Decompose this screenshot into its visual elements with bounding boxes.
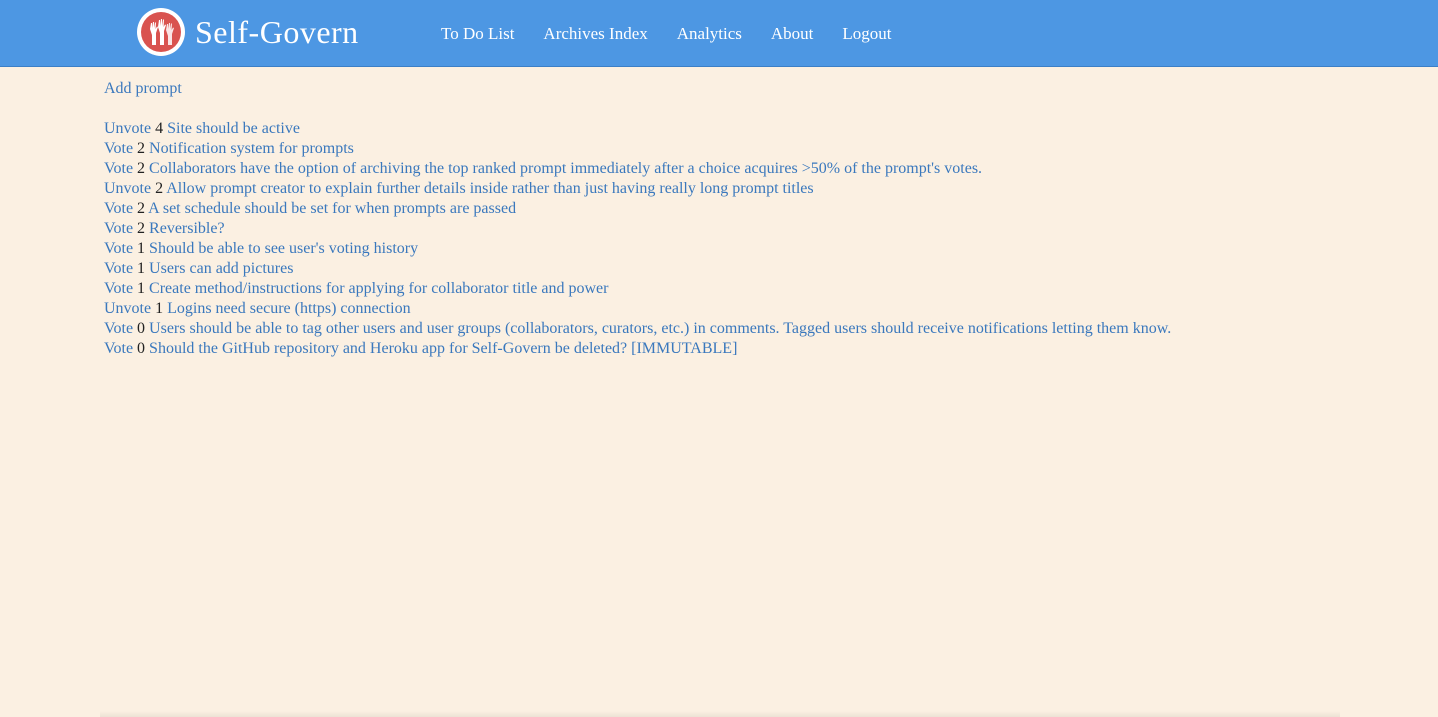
prompt-title-link[interactable]: Should the GitHub repository and Heroku … [149, 340, 737, 357]
vote-toggle-link[interactable]: Vote [104, 280, 133, 297]
vote-toggle-link[interactable]: Unvote [104, 180, 151, 197]
vote-count: 1 [155, 300, 164, 317]
vote-count: 2 [137, 160, 146, 177]
prompt-row: Vote 0 Should the GitHub repository and … [104, 339, 1171, 359]
prompt-list-container: Add prompt Unvote 4 Site should be activ… [104, 78, 1171, 359]
prompt-title-link[interactable]: Should be able to see user's voting hist… [149, 240, 418, 257]
prompt-row: Vote 2 Reversible? [104, 219, 1171, 239]
vote-count: 4 [155, 120, 164, 137]
vote-count: 1 [137, 260, 146, 277]
nav-analytics[interactable]: Analytics [677, 24, 742, 44]
vote-toggle-link[interactable]: Vote [104, 200, 133, 217]
page-bottom-shadow [100, 711, 1340, 717]
prompt-title-link[interactable]: Logins need secure (https) connection [167, 300, 410, 317]
vote-count: 2 [137, 140, 146, 157]
prompt-row: Unvote 4 Site should be active [104, 119, 1171, 139]
vote-toggle-link[interactable]: Vote [104, 220, 133, 237]
prompt-row: Vote 2 Collaborators have the option of … [104, 159, 1171, 179]
prompt-title-link[interactable]: Reversible? [149, 220, 225, 237]
brand-title: Self-Govern [195, 14, 359, 50]
vote-count: 2 [155, 180, 164, 197]
prompt-title-link[interactable]: Notification system for prompts [149, 140, 354, 157]
prompt-row: Vote 2 A set schedule should be set for … [104, 199, 1171, 219]
prompt-row: Vote 1 Users can add pictures [104, 259, 1171, 279]
vote-count: 1 [137, 280, 146, 297]
prompt-title-link[interactable]: Site should be active [167, 120, 300, 137]
prompt-title-link[interactable]: Allow prompt creator to explain further … [166, 180, 813, 197]
prompt-row: Vote 0 Users should be able to tag other… [104, 319, 1171, 339]
vote-count: 0 [137, 320, 146, 337]
prompt-row: Vote 2 Notification system for prompts [104, 139, 1171, 159]
vote-count: 0 [137, 340, 146, 357]
prompt-title-link[interactable]: Collaborators have the option of archivi… [149, 160, 982, 177]
prompt-title-link[interactable]: Users should be able to tag other users … [149, 320, 1171, 337]
prompt-title-link[interactable]: Create method/instructions for applying … [149, 280, 608, 297]
nav-todo-list[interactable]: To Do List [441, 24, 514, 44]
brand-home-link[interactable]: Self-Govern [137, 8, 359, 56]
vote-toggle-link[interactable]: Vote [104, 140, 133, 157]
vote-toggle-link[interactable]: Unvote [104, 120, 151, 137]
vote-toggle-link[interactable]: Vote [104, 160, 133, 177]
prompt-row: Vote 1 Should be able to see user's voti… [104, 239, 1171, 259]
add-prompt-link[interactable]: Add prompt [104, 79, 1171, 99]
vote-count: 2 [137, 220, 146, 237]
vote-toggle-link[interactable]: Vote [104, 340, 133, 357]
prompt-row: Unvote 1 Logins need secure (https) conn… [104, 299, 1171, 319]
nav-about[interactable]: About [771, 24, 814, 44]
nav-logout[interactable]: Logout [842, 24, 891, 44]
vote-toggle-link[interactable]: Vote [104, 320, 133, 337]
prompt-title-link[interactable]: A set schedule should be set for when pr… [148, 200, 516, 217]
raised-hands-icon [137, 8, 185, 56]
vote-toggle-link[interactable]: Vote [104, 240, 133, 257]
vote-toggle-link[interactable]: Unvote [104, 300, 151, 317]
prompt-row: Vote 1 Create method/instructions for ap… [104, 279, 1171, 299]
vote-count: 1 [137, 240, 146, 257]
main-nav: To Do List Archives Index Analytics Abou… [441, 0, 921, 67]
vote-toggle-link[interactable]: Vote [104, 260, 133, 277]
nav-archives-index[interactable]: Archives Index [543, 24, 647, 44]
top-navbar: Self-Govern To Do List Archives Index An… [0, 0, 1438, 67]
prompt-title-link[interactable]: Users can add pictures [149, 260, 293, 277]
vote-count: 2 [137, 200, 146, 217]
prompt-row: Unvote 2 Allow prompt creator to explain… [104, 179, 1171, 199]
